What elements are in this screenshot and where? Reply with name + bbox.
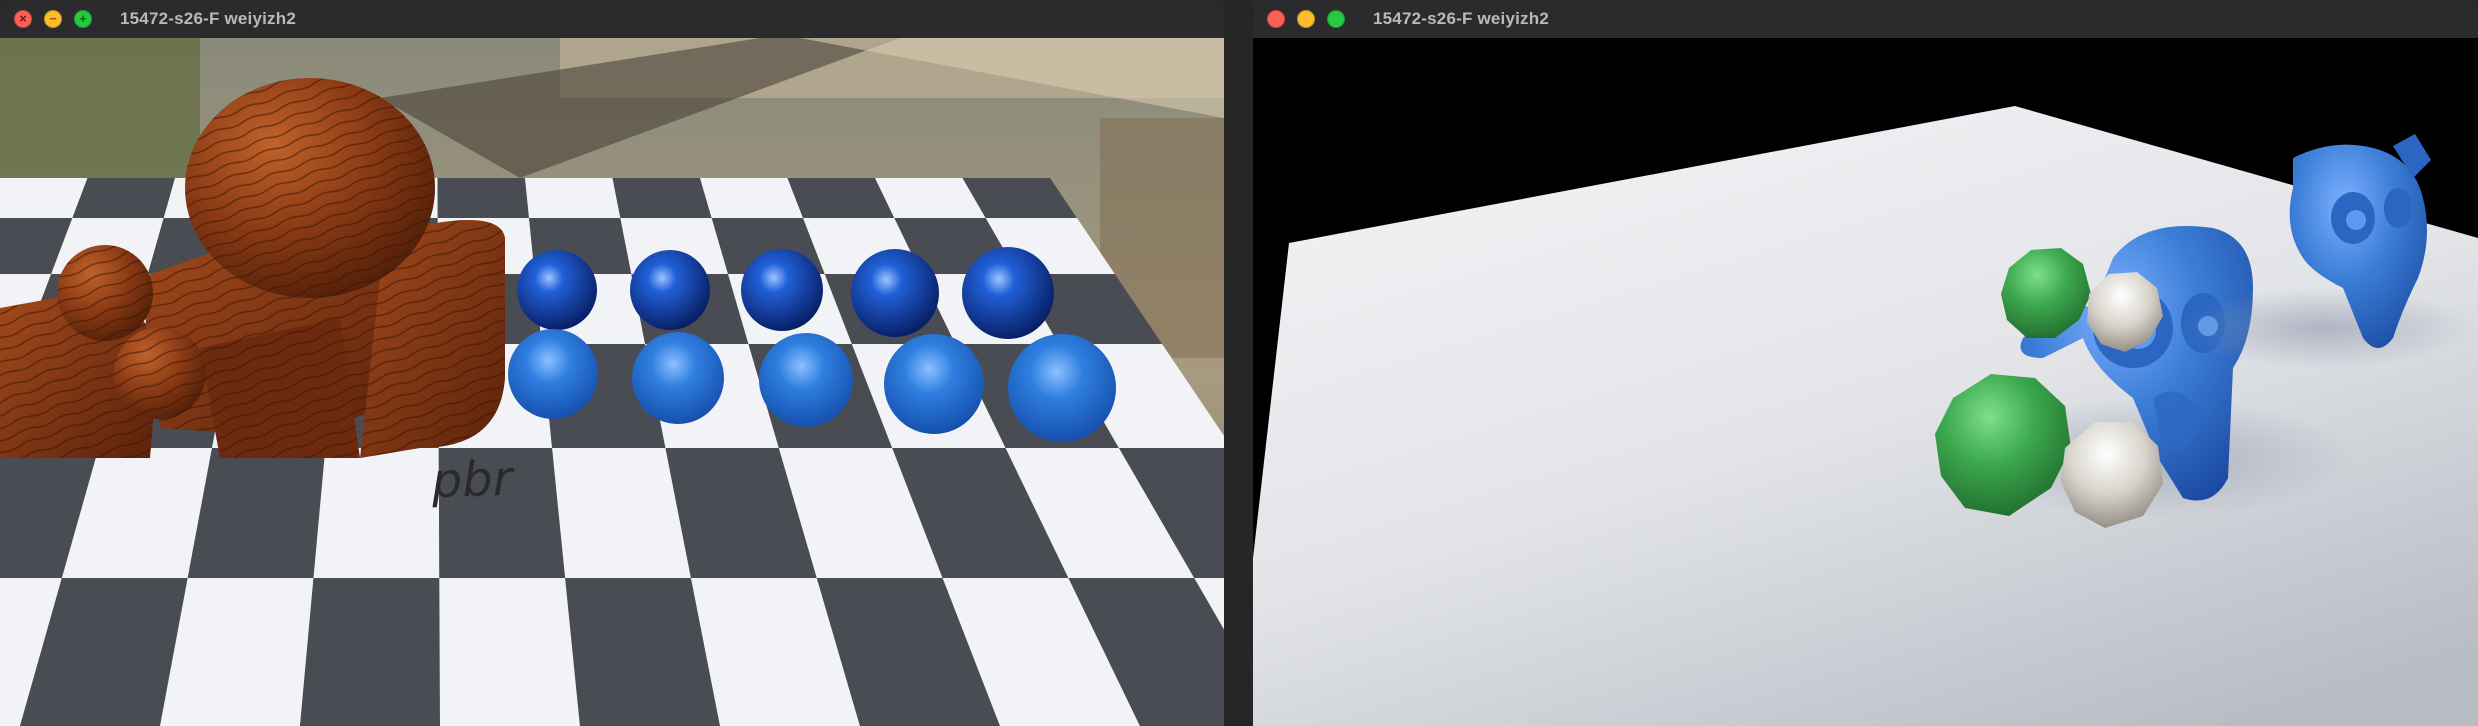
titlebar-right[interactable]: 15472-s26-F weiyizh2 xyxy=(1253,0,2478,39)
sphere-shiny xyxy=(630,250,710,330)
floor-tile xyxy=(313,448,440,578)
floor-tile xyxy=(700,178,804,218)
zoom-button[interactable]: + xyxy=(74,10,92,28)
sphere-shiny xyxy=(741,249,823,331)
render-viewport-right[interactable] xyxy=(1253,38,2478,726)
window-left[interactable]: × − + 15472-s26-F weiyizh2 pbr xyxy=(0,0,1224,726)
sphere-matte xyxy=(1008,334,1116,442)
close-icon: × xyxy=(19,11,27,26)
window-title: 15472-s26-F weiyizh2 xyxy=(1373,9,1549,28)
floor-tile xyxy=(300,578,440,726)
close-button[interactable]: × xyxy=(14,10,32,28)
floor-tile xyxy=(72,178,175,218)
minimize-button[interactable]: − xyxy=(44,10,62,28)
sphere-matte xyxy=(759,333,853,427)
window-right[interactable]: 15472-s26-F weiyizh2 xyxy=(1253,0,2478,726)
desktop-gap xyxy=(1224,0,1253,726)
floor-tile xyxy=(525,178,621,218)
floor-tile xyxy=(0,178,88,218)
sphere-matte xyxy=(508,329,598,419)
traffic-lights: × − + xyxy=(14,10,104,28)
sphere-shiny xyxy=(851,249,939,337)
render-viewport-left[interactable]: pbr xyxy=(0,38,1224,726)
sphere-matte xyxy=(884,334,984,434)
minimize-icon: − xyxy=(49,11,57,26)
window-title: 15472-s26-F weiyizh2 xyxy=(120,9,296,28)
sphere-matte xyxy=(632,332,724,424)
sphere-shiny xyxy=(962,247,1054,339)
traffic-lights xyxy=(1267,10,1357,28)
floor-tile xyxy=(439,578,580,726)
pbr-label: pbr xyxy=(430,450,517,509)
checker-floor xyxy=(0,178,1224,726)
floor-tile xyxy=(437,178,530,218)
floor-tile xyxy=(612,178,712,218)
minimize-button[interactable] xyxy=(1297,10,1315,28)
sphere-shiny xyxy=(517,250,597,330)
titlebar-left[interactable]: × − + 15472-s26-F weiyizh2 xyxy=(0,0,1224,39)
zoom-button[interactable] xyxy=(1327,10,1345,28)
close-button[interactable] xyxy=(1267,10,1285,28)
zoom-icon: + xyxy=(79,11,87,26)
